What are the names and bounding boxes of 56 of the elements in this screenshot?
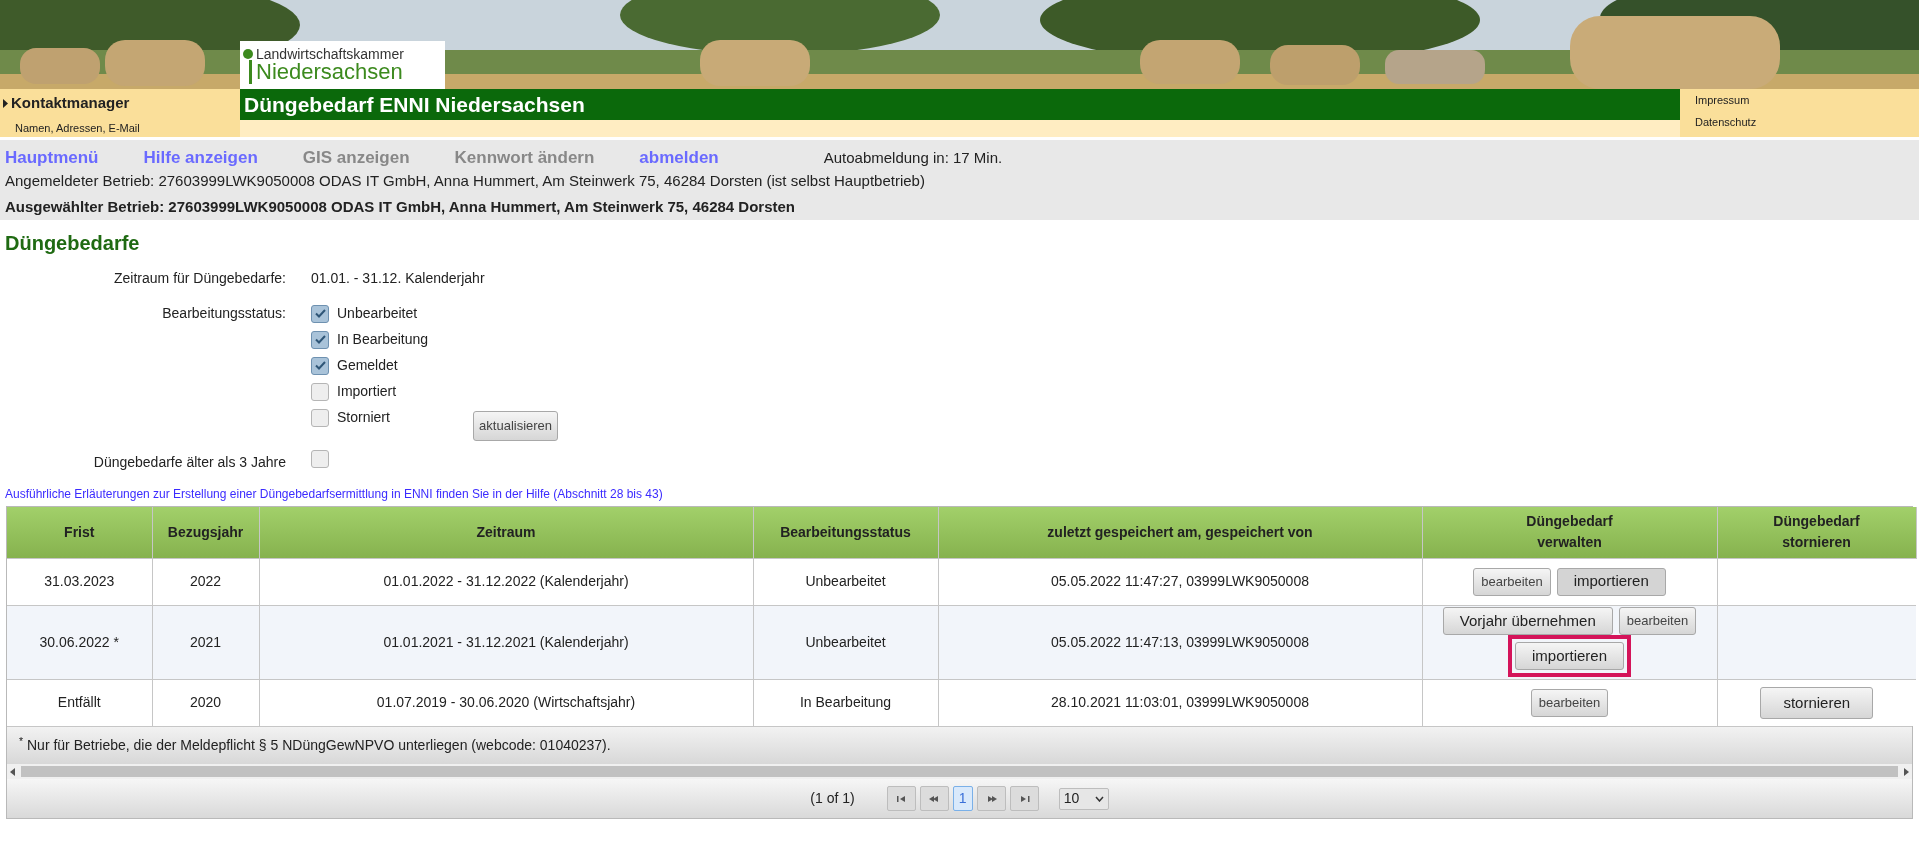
- app-title: Düngebedarf ENNI Niedersachsen: [244, 91, 585, 118]
- checkbox-label: In Bearbeitung: [337, 330, 429, 349]
- action-button[interactable]: Vorjahr übernehmen: [1442, 607, 1613, 635]
- next-page-button[interactable]: [976, 786, 1006, 811]
- triangle-icon: [3, 98, 8, 108]
- last-page-button[interactable]: [1009, 786, 1039, 811]
- page-button[interactable]: 1: [952, 786, 973, 811]
- checkmark-icon: [314, 309, 326, 318]
- action-button[interactable]: importieren: [1556, 567, 1666, 596]
- first-page-icon: [895, 793, 907, 804]
- checkmark-icon: [314, 361, 326, 370]
- footnote: $^{*}$ Nur für Betriebe, die der Meldepflicht § 5 NDüngGewNPVO unterliegen (webcode: 01040237).: [19, 735, 611, 755]
- refresh-button[interactable]: aktualisieren: [473, 411, 559, 441]
- checkbox-label: Gemeldet: [337, 356, 398, 375]
- checkbox-label: Importiert: [337, 382, 397, 401]
- logged-in-company: Angemeldeter Betrieb: 27603999LWK9050008 ODAS IT GmbH, Anna Hummert, Am Steinwerk 75, 46284 Dorsten (ist selbst Hauptbetrieb): [5, 171, 926, 191]
- selected-company: Ausgewählter Betrieb: 27603999LWK9050008 ODAS IT GmbH, Anna Hummert, Am Steinwerk 75, 46284 Dorsten: [5, 196, 796, 217]
- contact-subtitle[interactable]: Namen, Adressen, E-Mail: [3, 119, 240, 136]
- checkmark-icon: [314, 335, 326, 344]
- checkbox-label: Unbearbeitet: [337, 304, 418, 323]
- previous-page-icon: [928, 793, 940, 804]
- logo-mark-icon: [243, 46, 253, 84]
- field-label: Düngebedarfe älter als 3 Jahre: [92, 453, 286, 472]
- scroll-right-icon[interactable]: [1904, 767, 1909, 776]
- previous-page-button[interactable]: [919, 786, 949, 811]
- field-label: Zeitraum für Düngebedarfe:: [113, 269, 286, 288]
- cancel-button[interactable]: stornieren: [1760, 686, 1874, 719]
- scroll-left-icon[interactable]: [10, 767, 15, 776]
- next-page-icon: [985, 793, 997, 804]
- logo-text: Niedersachsen: [256, 61, 404, 83]
- action-button[interactable]: bearbeiten: [1618, 607, 1697, 635]
- checkbox[interactable]: [311, 356, 329, 375]
- footer-link[interactable]: Datenschutz: [1695, 113, 1919, 130]
- page-size-select[interactable]: 10: [1058, 787, 1109, 810]
- checkbox-label: Storniert: [337, 408, 390, 427]
- last-page-icon: [1018, 793, 1030, 804]
- field-value: 01.01. - 31.12. Kalenderjahr: [311, 269, 486, 288]
- horizontal-scrollbar[interactable]: [7, 764, 1912, 779]
- page-info: (1 of 1): [810, 789, 855, 808]
- checkbox[interactable]: [311, 382, 329, 401]
- action-button[interactable]: bearbeiten: [1473, 567, 1551, 596]
- chevron-down-icon: [1094, 795, 1104, 802]
- checkbox[interactable]: [311, 304, 329, 323]
- help-link[interactable]: Ausführliche Erläuterungen zur Erstellung einer Düngebedarfsermittlung in ENNI finden Sie in der Hilfe (Abschnitt 28 bis 43): [0, 485, 1919, 503]
- auto-logout: Autoabmeldung in: 17 Min.: [823, 147, 1003, 168]
- field-label: Bearbeitungsstatus:: [161, 304, 286, 323]
- contact-title[interactable]: Kontaktmanager: [11, 92, 130, 115]
- checkbox[interactable]: [311, 450, 329, 468]
- logo-text: Landwirtschaftskammer: [256, 47, 404, 61]
- checkbox[interactable]: [311, 408, 329, 427]
- footer-link[interactable]: Impressum: [1695, 92, 1919, 109]
- first-page-button[interactable]: [886, 786, 916, 811]
- page-title: Düngebedarfe: [4, 231, 141, 256]
- action-button[interactable]: bearbeiten: [1530, 688, 1609, 717]
- checkbox[interactable]: [311, 330, 329, 349]
- action-button[interactable]: importieren: [1515, 642, 1624, 670]
